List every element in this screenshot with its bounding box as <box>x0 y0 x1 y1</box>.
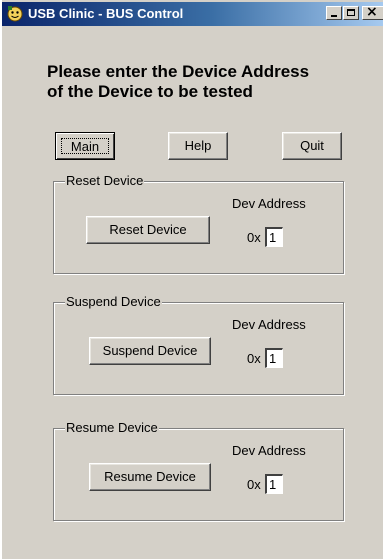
maximize-icon <box>347 9 355 16</box>
resume-address-input[interactable] <box>265 474 283 494</box>
close-button[interactable]: × <box>362 4 383 20</box>
minimize-icon <box>331 15 337 17</box>
reset-hex-prefix: 0x <box>247 230 261 245</box>
window-left-edge <box>0 0 3 559</box>
resume-device-button[interactable]: Resume Device <box>89 463 211 491</box>
title-bar[interactable]: USB Clinic - BUS Control × <box>2 2 383 26</box>
usb-clinic-app-icon <box>7 6 23 22</box>
minimize-button[interactable] <box>326 6 342 20</box>
main-button-label: Main <box>70 139 100 154</box>
help-button[interactable]: Help <box>168 132 228 160</box>
reset-dev-address-label: Dev Address <box>232 196 306 211</box>
resume-device-group-title: Resume Device <box>65 420 159 435</box>
main-button[interactable]: Main <box>55 132 115 160</box>
close-icon: × <box>366 4 378 20</box>
reset-device-button[interactable]: Reset Device <box>86 216 210 244</box>
reset-device-group-title: Reset Device <box>65 173 145 188</box>
suspend-address-input[interactable] <box>265 348 283 368</box>
instructions-text: Please enter the Device Address of the D… <box>47 62 310 101</box>
resume-hex-prefix: 0x <box>247 477 261 492</box>
suspend-hex-prefix: 0x <box>247 351 261 366</box>
resume-dev-address-label: Dev Address <box>232 443 306 458</box>
bus-control-window: USB Clinic - BUS Control × Please enter … <box>0 0 383 559</box>
window-title: USB Clinic - BUS Control <box>28 6 184 21</box>
suspend-dev-address-label: Dev Address <box>232 317 306 332</box>
reset-address-input[interactable] <box>265 227 283 247</box>
suspend-device-button[interactable]: Suspend Device <box>89 337 211 365</box>
suspend-device-group-title: Suspend Device <box>65 294 162 309</box>
reset-device-group: Reset Device Dev Address Reset Device 0x <box>53 173 344 274</box>
maximize-button[interactable] <box>343 6 359 20</box>
quit-button[interactable]: Quit <box>282 132 342 160</box>
suspend-device-group: Suspend Device Dev Address Suspend Devic… <box>53 294 344 395</box>
resume-device-group: Resume Device Dev Address Resume Device … <box>53 420 344 521</box>
